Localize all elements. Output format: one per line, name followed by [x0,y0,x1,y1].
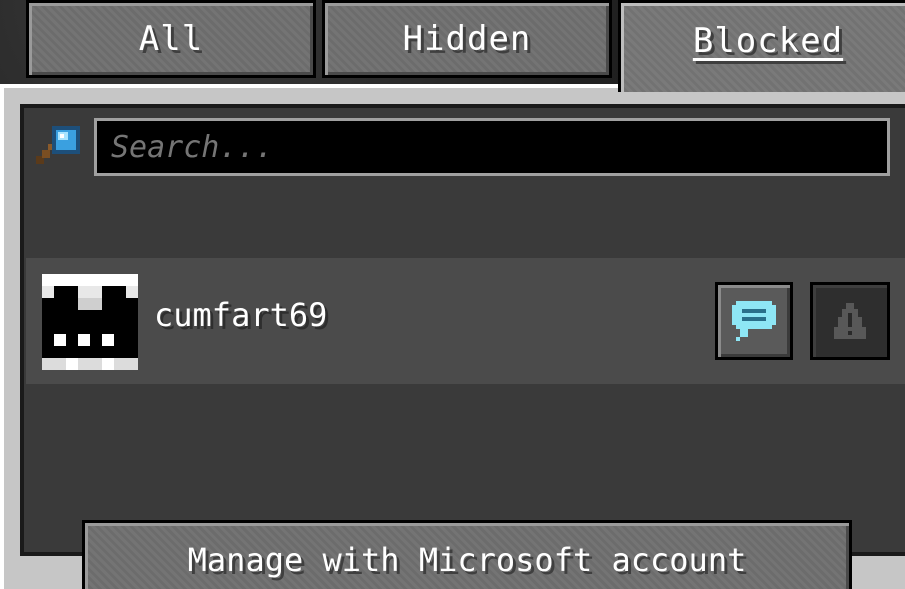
tab-blocked-label: Blocked [692,20,844,61]
warning-icon [834,303,866,339]
social-interactions-screen: All Hidden Blocked Search... cumfart69 M… [0,0,905,589]
tab-all-label: All [138,19,204,59]
tab-hidden[interactable]: Hidden [322,0,612,78]
avatar [42,274,138,370]
tab-all[interactable]: All [26,0,316,78]
chat-button[interactable] [715,282,793,360]
tab-blocked[interactable]: Blocked [618,0,905,92]
chat-bubble-icon [732,301,776,341]
player-name: cumfart69 [154,296,328,334]
report-button[interactable] [810,282,890,360]
player-row[interactable]: cumfart69 [26,258,905,384]
manage-account-button[interactable]: Manage with Microsoft account [82,520,852,589]
manage-account-label: Manage with Microsoft account [187,541,747,579]
tab-hidden-label: Hidden [402,19,532,59]
magnifying-glass-icon [32,122,84,174]
search-input[interactable] [94,118,890,176]
